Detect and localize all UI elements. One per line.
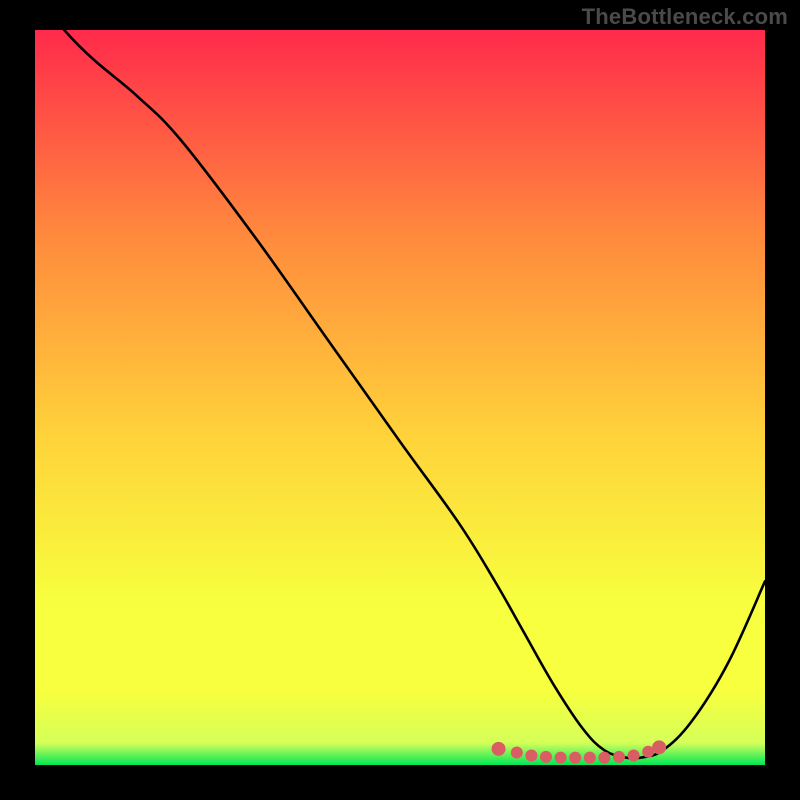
chart-curve [35,30,765,765]
data-marker [598,752,610,764]
data-marker [525,749,537,761]
watermark-text: TheBottleneck.com [582,4,788,30]
chart-frame: TheBottleneck.com [0,0,800,800]
data-marker [652,740,666,754]
data-marker [511,747,523,759]
data-marker [555,752,567,764]
data-marker [492,742,506,756]
data-marker [628,749,640,761]
data-marker [569,752,581,764]
data-marker [540,751,552,763]
data-marker [613,751,625,763]
data-marker [584,752,596,764]
plot-area [35,30,765,765]
